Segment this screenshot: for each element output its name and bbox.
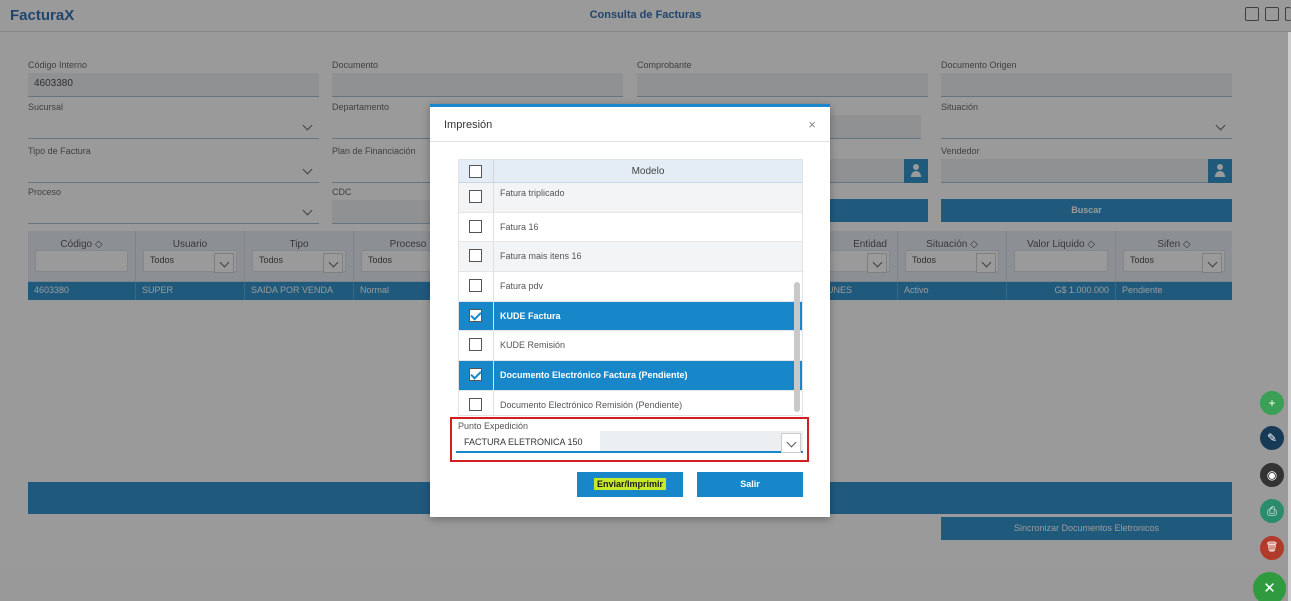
list-item[interactable]: Documento Electrónico Remisión (Pendient…	[459, 390, 802, 415]
enviar-imprimir-button[interactable]: Enviar/Imprimir	[577, 472, 683, 497]
list-item[interactable]: Documento Electrónico Factura (Pendiente…	[459, 361, 802, 391]
divider	[430, 141, 830, 142]
view-icon[interactable]: ◉	[1260, 463, 1284, 487]
row-checkbox[interactable]	[469, 219, 482, 233]
row-checkbox[interactable]	[469, 338, 482, 352]
list-item[interactable]: KUDE Remisión	[459, 331, 802, 362]
chevron-down-icon	[781, 433, 801, 453]
punto-expedicion-select[interactable]	[600, 431, 803, 453]
list-item[interactable]: Fatura triplicado	[459, 183, 802, 213]
scrollbar[interactable]	[794, 282, 800, 412]
punto-expedicion-label: Punto Expedición	[458, 421, 529, 431]
close-icon[interactable]: ×	[808, 117, 816, 132]
impresion-modal: Impresión × Modelo Fatura triplicado Fat…	[430, 104, 830, 517]
row-checkbox[interactable]	[469, 279, 482, 293]
row-checkbox[interactable]	[469, 368, 482, 382]
delete-icon[interactable]: 🗑	[1260, 536, 1284, 560]
print-icon[interactable]: ⎙	[1260, 499, 1284, 523]
input-underline	[456, 451, 600, 453]
footer-strip	[0, 566, 1291, 601]
modelo-column-header: Modelo	[631, 166, 665, 177]
row-checkbox[interactable]	[469, 397, 482, 411]
modelo-table: Modelo Fatura triplicado Fatura 16 Fatur…	[458, 159, 803, 416]
list-item[interactable]: Fatura 16	[459, 212, 802, 243]
list-item[interactable]: Fatura mais itens 16	[459, 242, 802, 273]
add-document-icon[interactable]: +	[1260, 391, 1284, 415]
salir-button[interactable]: Salir	[697, 472, 803, 497]
modal-title: Impresión	[444, 119, 493, 131]
punto-expedicion-field: Punto Expedición FACTURA ELETRONICA 150	[450, 417, 809, 462]
select-all-checkbox[interactable]	[469, 165, 482, 178]
row-checkbox[interactable]	[469, 249, 482, 263]
punto-expedicion-value[interactable]: FACTURA ELETRONICA 150	[464, 437, 583, 447]
close-icon[interactable]: ✕	[1253, 572, 1286, 601]
edit-icon[interactable]: ✎	[1260, 426, 1284, 450]
row-checkbox[interactable]	[469, 308, 482, 322]
list-item[interactable]: Fatura pdv	[459, 272, 802, 302]
list-item[interactable]: KUDE Factura	[459, 301, 802, 332]
row-checkbox[interactable]	[469, 190, 482, 203]
